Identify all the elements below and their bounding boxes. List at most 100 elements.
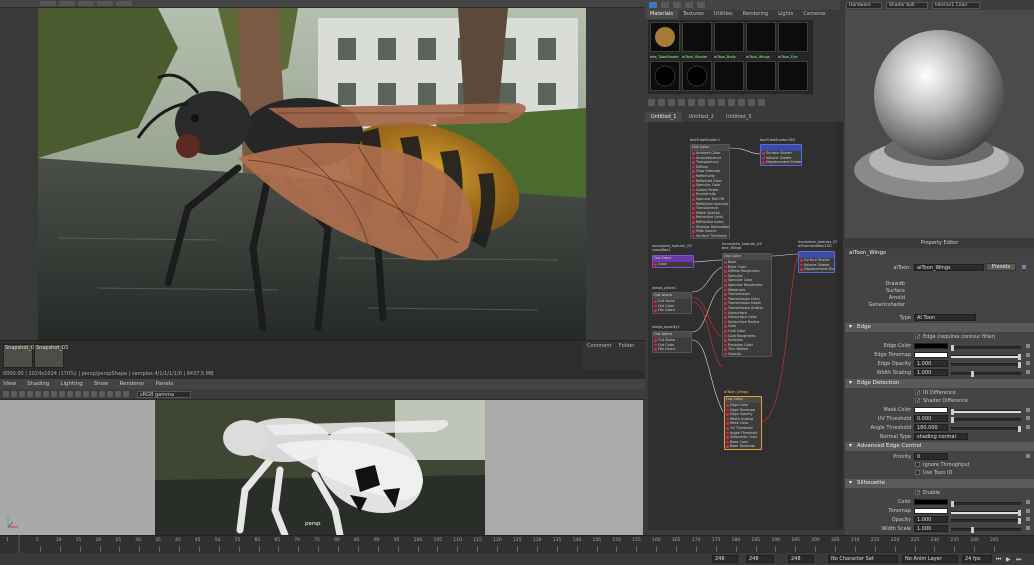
mask-color-slider[interactable] xyxy=(951,409,1021,415)
map-button-icon[interactable] xyxy=(1026,416,1030,420)
material-swatch[interactable] xyxy=(650,61,680,91)
graph-input-output-icon[interactable] xyxy=(648,99,655,106)
edge-opacity-slider[interactable] xyxy=(951,362,1021,368)
connected-mode-icon[interactable] xyxy=(748,99,755,106)
node-port[interactable]: File Coord xyxy=(653,308,691,313)
material-swatch[interactable] xyxy=(746,22,776,52)
menu-shading[interactable]: Shading xyxy=(27,381,49,387)
textured-icon[interactable] xyxy=(27,391,33,397)
silhouette-color-slider[interactable] xyxy=(951,501,1021,507)
toolbar-button[interactable] xyxy=(78,1,94,6)
focus-icon[interactable] xyxy=(1022,265,1026,269)
tab-comment[interactable]: Comment xyxy=(587,343,612,349)
width-scaling-field[interactable]: 1.000 xyxy=(914,369,948,376)
exposure-icon[interactable] xyxy=(123,391,129,397)
map-button-icon[interactable] xyxy=(1026,344,1030,348)
toolbar-button[interactable] xyxy=(116,1,132,6)
isolate-icon[interactable] xyxy=(59,391,65,397)
frame-all-icon[interactable] xyxy=(718,99,725,106)
edge-tonemap-swatch[interactable] xyxy=(914,352,948,358)
shadows-icon[interactable] xyxy=(43,391,49,397)
edge-color-swatch[interactable] xyxy=(914,343,948,349)
character-set-select[interactable]: No Character Set xyxy=(828,555,898,563)
tab-materials[interactable]: Materials xyxy=(645,10,678,19)
graph-input-icon[interactable] xyxy=(658,99,665,106)
silhouette-enable-checkbox[interactable]: ✓ xyxy=(915,490,920,496)
ao-icon[interactable] xyxy=(99,391,105,397)
priority-field[interactable]: 0 xyxy=(914,453,948,460)
material-swatch[interactable] xyxy=(650,22,680,52)
map-button-icon[interactable] xyxy=(1026,517,1030,521)
current-time-indicator[interactable] xyxy=(18,535,20,553)
anim-end-field[interactable]: 248 xyxy=(788,555,814,563)
shading-group-node[interactable]: Surface Shader Volume Shader Displacemen… xyxy=(760,144,802,166)
graph-output-icon[interactable] xyxy=(668,99,675,106)
tab-rendering[interactable]: Rendering xyxy=(738,10,774,19)
material-swatch[interactable] xyxy=(714,22,744,52)
motion-blur-icon[interactable] xyxy=(91,391,97,397)
file-node[interactable]: Out Alpha Out Alpha Out Color File Coord xyxy=(652,331,692,353)
lights-icon[interactable] xyxy=(35,391,41,397)
grid-icon[interactable] xyxy=(51,391,57,397)
aa-icon[interactable] xyxy=(75,391,81,397)
menu-lighting[interactable]: Lighting xyxy=(60,381,82,387)
map-button-icon[interactable] xyxy=(1026,526,1030,530)
node-port[interactable]: Color xyxy=(653,262,693,267)
angle-threshold-slider[interactable] xyxy=(951,426,1021,432)
colorspace-select[interactable]: sRGB gamma xyxy=(137,390,191,398)
normal-type-select[interactable]: shading normal xyxy=(914,433,968,440)
material-swatch[interactable] xyxy=(682,22,712,52)
tab-lights[interactable]: Lights xyxy=(773,10,798,19)
material-swatch[interactable] xyxy=(746,61,776,91)
file-node[interactable]: Out Alpha Out Alpha Out Color File Coord xyxy=(652,292,692,314)
menu-panels[interactable]: Panels xyxy=(156,381,174,387)
uv-threshold-slider[interactable] xyxy=(951,417,1021,423)
silhouette-color-swatch[interactable] xyxy=(914,499,948,505)
shader-node[interactable]: Out Color Base Base Color Diffuse Roughn… xyxy=(722,253,772,358)
material-swatch[interactable] xyxy=(778,61,808,91)
node-port[interactable]: Displacement Shader xyxy=(799,267,834,272)
wireframe-icon[interactable] xyxy=(11,391,17,397)
clear-graph-icon[interactable] xyxy=(678,99,685,106)
toon-shader-node[interactable]: Out Color Edge Color Edge Tonemap Edge O… xyxy=(724,396,762,450)
map-button-icon[interactable] xyxy=(1026,509,1030,513)
section-edge-detection[interactable]: Edge Detection xyxy=(845,379,1034,388)
renderer-select[interactable]: Hardware xyxy=(846,1,882,9)
time-slider[interactable]: 5 10 15 20 25 30 35 40 45 50 55 60 65 70 75 80 85 90 95 100… xyxy=(0,535,1034,553)
film-gate-icon[interactable] xyxy=(115,391,121,397)
camera-icon[interactable] xyxy=(3,391,9,397)
edge-checkbox[interactable]: ✓ xyxy=(915,334,920,340)
map-button-icon[interactable] xyxy=(1026,361,1030,365)
node-port[interactable]: Surface Thickness xyxy=(691,234,729,239)
shader-ball-select[interactable]: Shader ball xyxy=(886,1,928,9)
width-scaling-slider[interactable] xyxy=(951,371,1021,377)
node-port[interactable]: Base Tonemap xyxy=(725,444,761,449)
map-button-icon[interactable] xyxy=(1026,425,1030,429)
resolution-gate-icon[interactable] xyxy=(107,391,113,397)
uv-threshold-field[interactable]: 0.000 xyxy=(914,415,948,422)
simple-mode-icon[interactable] xyxy=(738,99,745,106)
tab-untitled-2[interactable]: Untitled_2 xyxy=(682,112,719,122)
map-button-icon[interactable] xyxy=(1026,408,1030,412)
use-toon-id-checkbox[interactable] xyxy=(915,470,920,475)
persp-viewport[interactable]: persp xyxy=(0,400,643,535)
silhouette-tonemap-slider[interactable] xyxy=(951,510,1021,516)
silhouette-width-field[interactable]: 1.000 xyxy=(914,525,948,532)
material-swatch[interactable] xyxy=(778,22,808,52)
rearrange-icon[interactable] xyxy=(688,99,695,106)
section-edge[interactable]: Edge xyxy=(845,323,1034,332)
node-port[interactable]: File Coord xyxy=(653,347,691,352)
edge-color-slider[interactable] xyxy=(951,345,1021,351)
xray-icon[interactable] xyxy=(67,391,73,397)
toolbar-button[interactable] xyxy=(40,1,56,6)
tab-utilities[interactable]: Utilities xyxy=(709,10,738,19)
shader-node[interactable]: Out Color Ambient Color Incandescence Tr… xyxy=(690,144,730,240)
silhouette-opacity-field[interactable]: 1.000 xyxy=(914,516,948,523)
type-select[interactable]: AI Toon xyxy=(914,314,976,321)
tab-cameras[interactable]: Cameras xyxy=(798,10,830,19)
add-selected-icon[interactable] xyxy=(698,99,705,106)
material-swatch[interactable] xyxy=(714,61,744,91)
silhouette-opacity-slider[interactable] xyxy=(951,518,1021,524)
section-silhouette[interactable]: Silhouette xyxy=(845,479,1034,488)
map-button-icon[interactable] xyxy=(1026,353,1030,357)
